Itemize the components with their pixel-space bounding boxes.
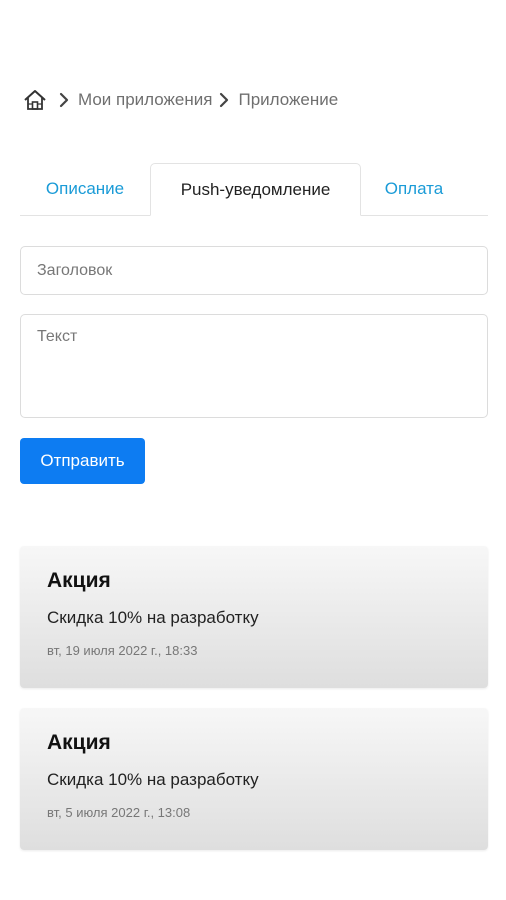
tabs: Описание Push-уведомление Оплата xyxy=(20,163,488,216)
title-input[interactable] xyxy=(20,246,488,295)
notification-title: Акция xyxy=(47,731,111,754)
page: Мои приложения Приложение Описание Push-… xyxy=(0,0,506,900)
breadcrumb-app: Приложение xyxy=(238,90,339,109)
notification-text: Скидка 10% на разработку xyxy=(47,608,259,627)
chevron-right-icon xyxy=(216,91,232,109)
notification-text: Скидка 10% на разработку xyxy=(47,770,259,789)
chevron-right-icon xyxy=(56,91,72,109)
notification-title: Акция xyxy=(47,569,111,592)
notification-card: Акция Скидка 10% на разработку вт, 19 ию… xyxy=(20,546,488,688)
notification-date: вт, 5 июля 2022 г., 13:08 xyxy=(47,805,191,820)
notification-date: вт, 19 июля 2022 г., 18:33 xyxy=(47,643,198,658)
breadcrumb-my-apps[interactable]: Мои приложения xyxy=(78,90,212,110)
notification-card: Акция Скидка 10% на разработку вт, 5 июл… xyxy=(20,708,488,850)
send-button[interactable]: Отправить xyxy=(20,438,145,484)
breadcrumb: Мои приложения Приложение xyxy=(22,88,338,112)
tab-push-notification[interactable]: Push-уведомление xyxy=(150,163,361,216)
tab-payment[interactable]: Оплата xyxy=(361,163,467,215)
home-icon[interactable] xyxy=(22,88,48,112)
text-input[interactable] xyxy=(20,314,488,418)
tab-description[interactable]: Описание xyxy=(20,163,150,215)
